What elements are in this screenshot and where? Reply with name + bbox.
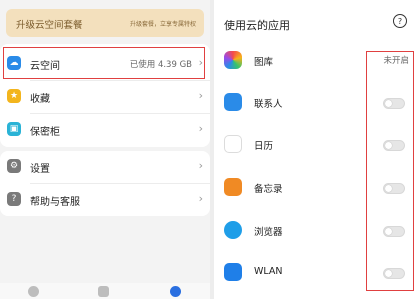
app-label: WLAN (254, 266, 283, 277)
menu-item-label: 设置 (30, 164, 50, 175)
gallery-icon (224, 51, 242, 69)
clock-icon[interactable] (28, 286, 39, 297)
highlight-box-toggles (366, 51, 414, 291)
menu-item-label: 收藏 (30, 94, 50, 105)
menu-item-safe[interactable]: ▣ 保密柜 › (0, 114, 210, 146)
folder-icon[interactable] (98, 286, 109, 297)
calendar-icon (224, 135, 242, 153)
browser-icon (224, 221, 242, 239)
notes-icon (224, 178, 242, 196)
banner-title: 升级云空间套餐 (16, 20, 83, 31)
app-label: 图库 (254, 57, 274, 68)
right-panel: 使用云的应用 ? 图库 未开启 联系人 日历 备忘录 浏览器 WLAN (214, 0, 417, 299)
chevron-right-icon: › (198, 159, 203, 172)
menu-card-secondary: ⚙ 设置 › ? 帮助与客服 › (0, 151, 210, 216)
lock-icon: ▣ (7, 122, 21, 136)
menu-item-label: 帮助与客服 (30, 197, 80, 208)
bottom-nav (0, 283, 210, 299)
contacts-icon (224, 93, 242, 111)
app-label: 联系人 (254, 99, 283, 110)
help-icon: ? (7, 192, 21, 206)
chevron-right-icon: › (198, 89, 203, 102)
chevron-right-icon: › (198, 192, 203, 205)
app-label: 浏览器 (254, 227, 283, 238)
highlight-box-cloud-space (3, 47, 205, 79)
left-panel: 升级云空间套餐 升级套餐，立享专属特权 ☁ 云空间 已使用 4.39 GB › … (0, 0, 210, 299)
banner-subtitle[interactable]: 升级套餐，立享专属特权 (130, 19, 196, 28)
menu-item-help[interactable]: ? 帮助与客服 › (0, 184, 210, 216)
app-label: 日历 (254, 141, 274, 152)
gear-icon: ⚙ (7, 159, 21, 173)
help-icon[interactable]: ? (393, 14, 407, 28)
page-title: 使用云的应用 (224, 19, 290, 32)
wlan-icon (224, 263, 242, 281)
menu-item-settings[interactable]: ⚙ 设置 › (0, 151, 210, 183)
app-label: 备忘录 (254, 184, 283, 195)
menu-item-label: 保密柜 (30, 127, 60, 138)
person-icon[interactable] (170, 286, 181, 297)
chevron-right-icon: › (198, 122, 203, 135)
upgrade-banner[interactable]: 升级云空间套餐 升级套餐，立享专属特权 (6, 9, 204, 37)
star-icon: ★ (7, 89, 21, 103)
menu-item-favorites[interactable]: ★ 收藏 › (0, 81, 210, 113)
